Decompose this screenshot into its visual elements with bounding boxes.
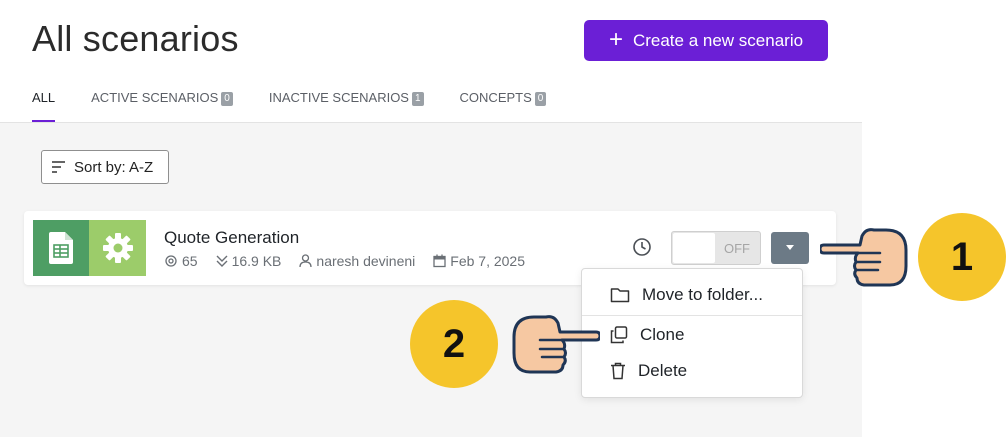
pointing-hand-icon xyxy=(820,228,908,287)
step-marker-1: 1 xyxy=(918,213,1006,301)
sort-button[interactable]: Sort by: A-Z xyxy=(41,150,169,184)
tab-all[interactable]: ALL xyxy=(32,90,56,123)
operations-gear-icon xyxy=(165,255,177,267)
sort-label: Sort by: A-Z xyxy=(74,158,154,176)
menu-item-move-to-folder[interactable]: Move to folder... xyxy=(582,280,802,310)
caret-down-icon xyxy=(786,245,794,250)
data-transfer-size: 16.9 KB xyxy=(231,253,282,269)
scenario-toggle[interactable]: OFF xyxy=(671,231,761,265)
pointing-hand-icon xyxy=(512,315,600,374)
toggle-label: OFF xyxy=(724,241,750,256)
step-marker-2: 2 xyxy=(410,300,498,388)
create-scenario-button[interactable]: + Create a new scenario xyxy=(584,20,828,61)
menu-divider xyxy=(582,315,802,316)
scenario-app-icons xyxy=(33,220,146,276)
menu-item-label: Move to folder... xyxy=(642,285,763,304)
scenario-options-menu: Move to folder... Clone Delete xyxy=(581,268,803,398)
data-transfer-icon xyxy=(216,255,228,267)
count-badge: 0 xyxy=(221,92,233,106)
toggle-knob xyxy=(673,233,715,263)
scenario-tabs: ALL ACTIVE SCENARIOS 0 INACTIVE SCENARIO… xyxy=(32,90,582,123)
tab-label: INACTIVE SCENARIOS xyxy=(268,90,409,105)
tab-concepts[interactable]: CONCEPTS 0 xyxy=(460,90,547,122)
created-date: Feb 7, 2025 xyxy=(450,253,525,269)
tab-label: ACTIVE SCENARIOS xyxy=(91,90,219,105)
tools-gear-icon xyxy=(89,220,146,276)
count-badge: 1 xyxy=(411,92,424,106)
user-icon xyxy=(299,254,313,268)
owner-name: naresh devineni xyxy=(316,253,416,269)
google-sheets-icon xyxy=(33,220,89,276)
folder-icon xyxy=(610,288,630,303)
tab-active-scenarios[interactable]: ACTIVE SCENARIOS 0 xyxy=(91,90,233,122)
scenario-meta: 65 16.9 KB naresh devineni Feb 7, 2025 xyxy=(164,253,525,269)
sort-icon xyxy=(52,161,65,173)
trash-icon xyxy=(611,362,625,380)
copy-icon xyxy=(610,326,628,344)
plus-icon: + xyxy=(608,25,623,53)
schedule-clock-icon[interactable] xyxy=(632,237,652,257)
page-title: All scenarios xyxy=(32,18,239,59)
scenario-options-button[interactable] xyxy=(771,232,809,264)
scenario-name[interactable]: Quote Generation xyxy=(164,228,299,248)
tab-label: ALL xyxy=(32,90,56,105)
calendar-icon xyxy=(433,254,446,268)
menu-item-label: Delete xyxy=(638,361,688,380)
tab-inactive-scenarios[interactable]: INACTIVE SCENARIOS 1 xyxy=(269,90,424,122)
menu-item-label: Clone xyxy=(640,325,685,344)
tab-label: CONCEPTS xyxy=(459,90,532,105)
menu-item-delete[interactable]: Delete xyxy=(582,356,802,386)
menu-item-clone[interactable]: Clone xyxy=(582,320,802,350)
create-scenario-label: Create a new scenario xyxy=(632,30,804,50)
operations-count: 65 xyxy=(182,253,198,269)
count-badge: 0 xyxy=(534,92,547,106)
